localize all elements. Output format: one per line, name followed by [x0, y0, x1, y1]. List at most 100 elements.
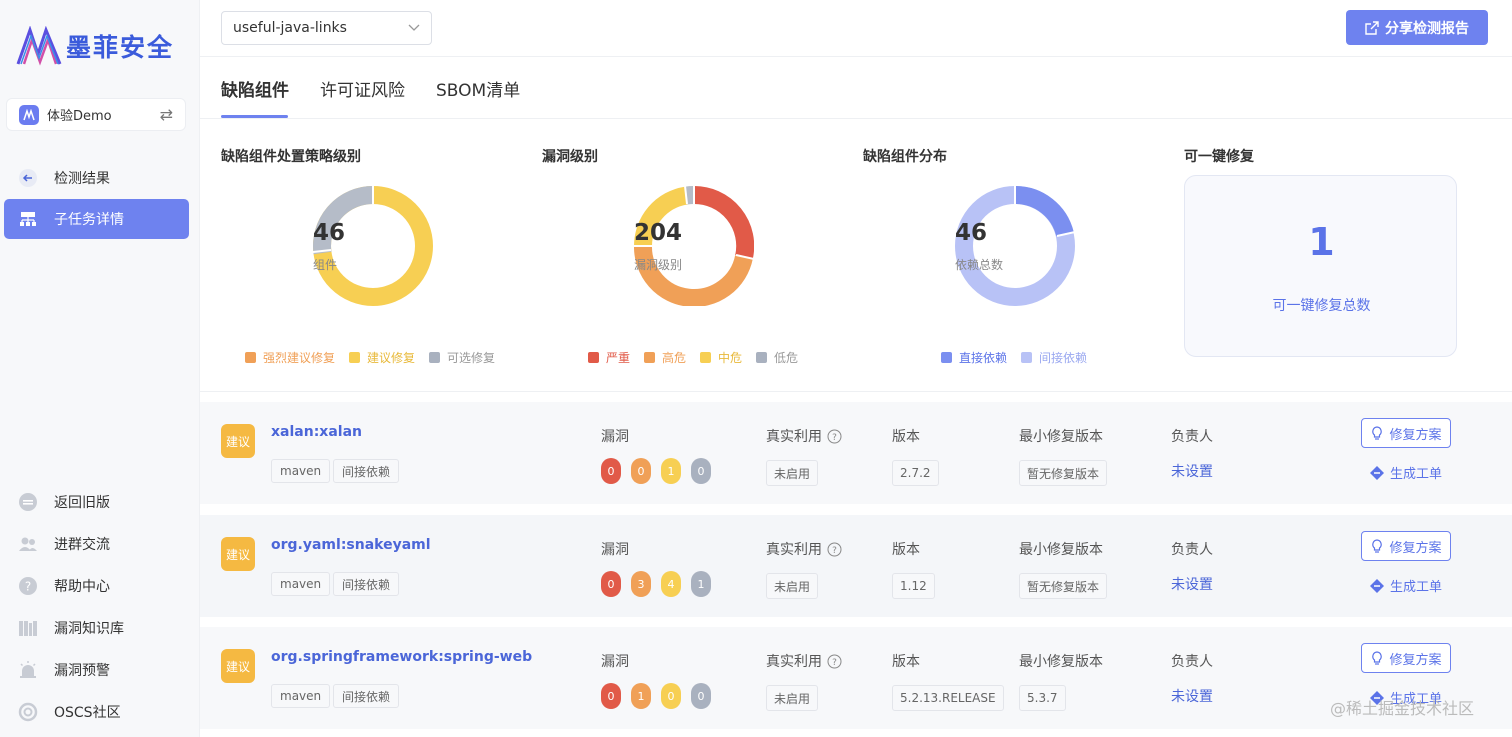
severity-total-label: 漏洞级别: [634, 258, 683, 272]
advice-badge: 建议: [221, 424, 255, 458]
svg-text:?: ?: [25, 580, 31, 594]
onekey-fix-label: 可一键修复总数: [1272, 298, 1371, 314]
minus-circle-icon: [18, 492, 38, 512]
legend-direct[interactable]: 直接依赖: [941, 349, 1007, 366]
vuln-high-count: 3: [631, 571, 651, 597]
section-divider: [200, 391, 1512, 392]
question-icon[interactable]: ?: [827, 429, 842, 444]
legend-optional-fix[interactable]: 可选修复: [429, 349, 495, 366]
exploit-column-header: 真实利用?: [766, 651, 842, 671]
question-icon[interactable]: ?: [827, 654, 842, 669]
ecosystem-tag: maven: [271, 572, 331, 596]
generate-ticket-button[interactable]: 生成工单: [1370, 463, 1442, 482]
nav-help-center[interactable]: ? 帮助中心: [4, 566, 189, 606]
component-name[interactable]: org.yaml:snakeyaml: [271, 537, 431, 553]
severity-low-segment: [684, 186, 695, 205]
owner-column-header: 负责人: [1171, 542, 1213, 558]
lightbulb-icon: [1372, 539, 1383, 553]
vuln-low-count: 0: [691, 458, 711, 484]
onekey-fix-card[interactable]: 1 可一键修复总数: [1184, 175, 1457, 357]
version-column-header: 版本: [892, 542, 920, 558]
ecosystem-tag: maven: [271, 459, 331, 483]
lightbulb-icon: [1372, 651, 1383, 665]
distribution-stat-title: 缺陷组件分布: [863, 149, 947, 165]
legend-strong-fix[interactable]: 强烈建议修复: [245, 349, 335, 366]
legend-low[interactable]: 低危: [756, 349, 798, 366]
nav-join-group-label: 进群交流: [54, 537, 110, 553]
version-column-header: 版本: [892, 654, 920, 670]
min-fix-version: 5.3.7: [1019, 685, 1066, 711]
arrow-left-icon: [18, 168, 38, 188]
min-fix-column-header: 最小修复版本: [1019, 429, 1103, 445]
policy-stat-title: 缺陷组件处置策略级别: [221, 149, 361, 165]
owner-link[interactable]: 未设置: [1171, 574, 1213, 594]
legend-medium[interactable]: 中危: [700, 349, 742, 366]
project-switcher[interactable]: 体验Demo ⇄: [6, 98, 186, 131]
min-fix-version: 暂无修复版本: [1019, 573, 1108, 599]
component-row: 建议 org.springframework:spring-web maven …: [200, 627, 1512, 729]
fix-plan-button[interactable]: 修复方案: [1361, 418, 1451, 448]
tab-sbom-list[interactable]: SBOM清单: [436, 76, 520, 101]
vuln-medium-count: 1: [661, 458, 681, 484]
severity-donut: 204 漏洞级别: [633, 185, 755, 307]
owner-link[interactable]: 未设置: [1171, 461, 1213, 481]
share-report-button[interactable]: 分享检测报告: [1346, 10, 1488, 45]
vuln-column-header: 漏洞: [601, 654, 629, 670]
dependency-type-tag: 间接依赖: [333, 459, 400, 483]
severity-total: 204: [634, 220, 683, 246]
component-name[interactable]: xalan:xalan: [271, 424, 362, 440]
diamond-icon: [1370, 578, 1384, 593]
nav-return-old[interactable]: 返回旧版: [4, 482, 189, 522]
fix-plan-button[interactable]: 修复方案: [1361, 531, 1451, 561]
tab-active-indicator: [221, 115, 288, 118]
generate-ticket-button[interactable]: 生成工单: [1370, 576, 1442, 595]
version-column-header: 版本: [892, 429, 920, 445]
vuln-low-count: 1: [691, 571, 711, 597]
distribution-donut: 46 依赖总数: [955, 185, 1076, 306]
nav-vuln-alert[interactable]: 漏洞预警: [4, 650, 189, 690]
chevron-down-icon: [408, 24, 420, 31]
nav-return-old-label: 返回旧版: [54, 495, 110, 511]
distribution-total-label: 依赖总数: [955, 258, 1004, 272]
repo-select-value: useful-java-links: [233, 20, 347, 36]
policy-donut: 46 组件: [312, 186, 433, 306]
help-circle-icon: ?: [18, 576, 38, 596]
policy-total-label: 组件: [313, 258, 338, 272]
users-icon: [18, 534, 38, 554]
owner-link[interactable]: 未设置: [1171, 686, 1213, 706]
vuln-low-count: 0: [691, 683, 711, 709]
swap-icon[interactable]: ⇄: [160, 105, 173, 124]
repo-select[interactable]: useful-java-links: [221, 11, 432, 45]
top-bar: useful-java-links 分享检测报告: [200, 0, 1512, 57]
logo[interactable]: 墨菲安全: [16, 26, 174, 66]
nav-active-label: 子任务详情: [54, 212, 124, 228]
legend-high[interactable]: 高危: [644, 349, 686, 366]
nav-subtask-detail[interactable]: 子任务详情: [4, 199, 189, 239]
diamond-icon: [1370, 465, 1384, 480]
project-icon: [19, 104, 39, 125]
nav-join-group[interactable]: 进群交流: [4, 524, 189, 564]
tab-defective-components[interactable]: 缺陷组件: [221, 76, 289, 101]
nav-back-results[interactable]: 检测结果: [4, 158, 189, 198]
fix-plan-button[interactable]: 修复方案: [1361, 643, 1451, 673]
nav-vuln-kb[interactable]: 漏洞知识库: [4, 608, 189, 648]
logo-icon: [16, 26, 62, 66]
owner-column-header: 负责人: [1171, 429, 1213, 445]
legend-indirect[interactable]: 间接依赖: [1021, 349, 1087, 366]
policy-legend: 强烈建议修复 建议修复 可选修复: [245, 349, 509, 366]
nav-oscs-community[interactable]: OSCS社区: [4, 692, 189, 732]
legend-suggest-fix[interactable]: 建议修复: [349, 349, 415, 366]
component-row: 建议 org.yaml:snakeyaml maven 间接依赖 漏洞 0 3 …: [200, 515, 1512, 617]
current-version: 5.2.13.RELEASE: [892, 685, 1004, 711]
current-version: 1.12: [892, 573, 935, 599]
vuln-critical-count: 0: [601, 683, 621, 709]
min-fix-column-header: 最小修复版本: [1019, 654, 1103, 670]
tab-license-risk[interactable]: 许可证风险: [320, 76, 405, 101]
exploit-column-header: 真实利用?: [766, 426, 842, 446]
question-icon[interactable]: ?: [827, 542, 842, 557]
share-report-label: 分享检测报告: [1385, 20, 1469, 37]
component-name[interactable]: org.springframework:spring-web: [271, 649, 532, 665]
legend-critical[interactable]: 严重: [588, 349, 630, 366]
min-fix-column-header: 最小修复版本: [1019, 542, 1103, 558]
vuln-high-count: 0: [631, 458, 651, 484]
